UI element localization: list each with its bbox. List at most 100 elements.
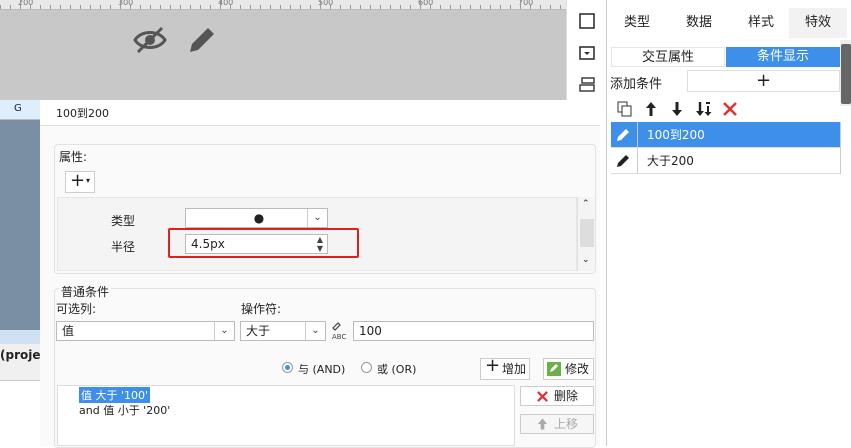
- ruler-tick: [70, 5, 71, 9]
- tab-conditional-display[interactable]: 条件显示: [726, 47, 840, 67]
- ruler-tick: [480, 5, 481, 9]
- and-radio[interactable]: [282, 362, 293, 373]
- ruler-tick: [520, 0, 521, 9]
- ruler-tick: [40, 5, 41, 9]
- ruler-tick: [250, 5, 251, 9]
- and-radio-label: 与 (AND): [298, 363, 346, 376]
- ruler-tick: [270, 5, 271, 9]
- ruler-tick: [170, 5, 171, 9]
- properties-fieldset: 属性: + ▾ 类型 ● ⌄ 半径 4.5px ▲ ▼ ⌃ ⌄: [54, 144, 596, 274]
- copy-icon[interactable]: [617, 101, 633, 117]
- expression-line[interactable]: and 值 小于 '200': [79, 402, 170, 418]
- delete-x-icon: [537, 391, 548, 402]
- arrow-up-icon[interactable]: [643, 101, 659, 117]
- condition-item[interactable]: 大于200: [611, 148, 840, 174]
- tab-type[interactable]: 类型: [611, 8, 663, 38]
- plus-icon: +: [485, 355, 501, 376]
- tab-effects[interactable]: 特效: [789, 8, 847, 38]
- tab-data[interactable]: 数据: [673, 8, 725, 38]
- ruler-tick: [150, 5, 151, 9]
- dialog-header: 100到200: [40, 100, 600, 126]
- ruler-tick: [440, 5, 441, 9]
- ruler-tick: [550, 5, 551, 9]
- condition-dialog: 属性: + ▾ 类型 ● ⌄ 半径 4.5px ▲ ▼ ⌃ ⌄ 普通条件 可选列:…: [40, 126, 600, 448]
- ruler-tick: [100, 5, 101, 9]
- radius-stepper[interactable]: ▲ ▼: [313, 235, 327, 253]
- ruler-tick: [450, 5, 451, 9]
- chevron-down-icon[interactable]: ⌄: [214, 322, 234, 340]
- chevron-down-icon[interactable]: ⌄: [305, 322, 325, 340]
- tab-interaction-properties[interactable]: 交互属性: [611, 47, 725, 67]
- hide-eye-icon[interactable]: [132, 22, 168, 58]
- horizontal-ruler: 200 300 400 500 600 700: [0, 0, 566, 10]
- ruler-tick: [310, 5, 311, 9]
- ruler-tick: [240, 5, 241, 9]
- condition-item-label: 大于200: [647, 154, 694, 168]
- ruler-tick: [160, 5, 161, 9]
- move-up-button[interactable]: 上移: [520, 414, 594, 434]
- expression-line[interactable]: 值 大于 '100': [79, 387, 151, 403]
- ruler-tick: [90, 5, 91, 9]
- ruler-tick: [290, 5, 291, 9]
- delete-x-icon[interactable]: [722, 101, 738, 117]
- ruler-tick: [380, 5, 381, 9]
- add-condition-button[interactable]: + 增加: [480, 355, 530, 380]
- ruler-tick: [220, 0, 221, 9]
- ruler-tick: [20, 0, 21, 9]
- ruler-tick: [500, 5, 501, 9]
- ruler-tick: [120, 0, 121, 9]
- ruler-tick: [330, 5, 331, 9]
- delete-condition-button[interactable]: 删除: [520, 386, 594, 406]
- ruler-tick: [460, 5, 461, 9]
- add-property-button[interactable]: + ▾: [65, 170, 95, 193]
- operator-label: 操作符:: [241, 302, 282, 316]
- panel-scrollbar[interactable]: [840, 40, 851, 106]
- properties-scrollbar[interactable]: ⌃ ⌄: [577, 197, 595, 271]
- modify-condition-button[interactable]: 修改: [543, 358, 594, 380]
- arrow-down-icon[interactable]: [669, 101, 685, 117]
- operator-select[interactable]: 大于 ⌄: [240, 321, 326, 341]
- side-toolbar: [566, 0, 606, 100]
- design-canvas[interactable]: 200 300 400 500 600 700: [0, 0, 566, 100]
- arrow-up-icon: [537, 418, 548, 430]
- window-icon[interactable]: [578, 44, 596, 62]
- column-select[interactable]: 值 ⌄: [56, 321, 235, 341]
- tab-style[interactable]: 样式: [735, 8, 787, 38]
- ruler-tick: [110, 5, 111, 9]
- or-radio-label: 或 (OR): [377, 363, 417, 376]
- add-condition-button[interactable]: +: [687, 70, 840, 92]
- ruler-tick: [390, 5, 391, 9]
- ruler-tick: [140, 5, 141, 9]
- edit-pencil-icon[interactable]: [184, 22, 220, 58]
- properties-panel: 类型 数据 样式 特效 交互属性 条件显示 添加条件 + 100到200 大于2…: [606, 0, 851, 446]
- layers-icon[interactable]: [578, 76, 596, 94]
- dialog-title: 100到200: [56, 107, 109, 120]
- ruler-tick: [420, 0, 421, 9]
- square-icon[interactable]: [578, 12, 596, 30]
- ruler-tick: [30, 5, 31, 9]
- condition-item[interactable]: 100到200: [611, 122, 840, 148]
- chevron-down-icon[interactable]: ⌄: [307, 209, 327, 227]
- ruler-tick: [540, 5, 541, 9]
- project-label: (proje: [0, 348, 41, 362]
- add-condition-label: 添加条件: [610, 77, 663, 92]
- edit-pencil-icon: [617, 129, 629, 141]
- modify-icon: [547, 362, 561, 376]
- abc-formula-icon[interactable]: ABC: [330, 320, 352, 342]
- ruler-tick: [490, 5, 491, 9]
- ruler-tick: [470, 5, 471, 9]
- or-radio[interactable]: [361, 362, 372, 373]
- move-bottom-icon[interactable]: [695, 101, 713, 117]
- ruler-tick: [130, 5, 131, 9]
- properties-legend: 属性:: [59, 150, 88, 164]
- ruler-tick: [360, 5, 361, 9]
- ruler-tick: [280, 5, 281, 9]
- svg-text:ABC: ABC: [332, 333, 346, 341]
- ruler-tick: [180, 5, 181, 9]
- radius-input[interactable]: 4.5px ▲ ▼: [185, 234, 328, 254]
- type-select[interactable]: ● ⌄: [185, 208, 328, 228]
- ruler-tick: [530, 5, 531, 9]
- edit-pencil-icon: [617, 155, 629, 167]
- expression-list[interactable]: 值 大于 '100' and 值 小于 '200': [57, 385, 515, 446]
- operand-input[interactable]: 100: [353, 321, 594, 341]
